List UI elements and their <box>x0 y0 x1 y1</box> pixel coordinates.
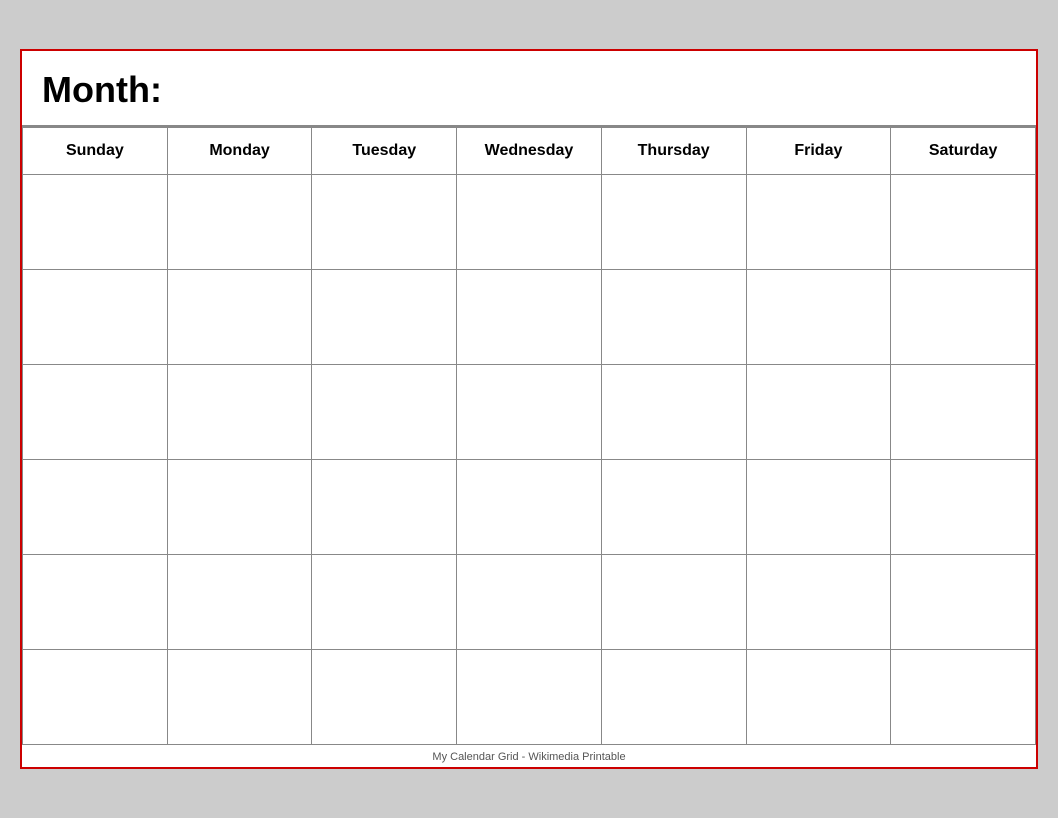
calendar-cell <box>601 650 746 745</box>
calendar-cell <box>457 460 602 555</box>
calendar-cell <box>601 460 746 555</box>
calendar-cell <box>601 270 746 365</box>
calendar-cell <box>167 175 312 270</box>
calendar-cell <box>167 650 312 745</box>
calendar-cell <box>23 175 168 270</box>
calendar-cell <box>746 365 891 460</box>
calendar-cell <box>23 365 168 460</box>
calendar-grid: SundayMondayTuesdayWednesdayThursdayFrid… <box>22 127 1036 745</box>
calendar-cell <box>746 460 891 555</box>
calendar-cell <box>167 270 312 365</box>
day-header-saturday: Saturday <box>891 128 1036 175</box>
page-container: Month: SundayMondayTuesdayWednesdayThurs… <box>20 49 1038 769</box>
calendar-cell <box>23 555 168 650</box>
day-header-tuesday: Tuesday <box>312 128 457 175</box>
calendar-row <box>23 175 1036 270</box>
calendar-cell <box>601 365 746 460</box>
day-header-sunday: Sunday <box>23 128 168 175</box>
calendar-cell <box>312 270 457 365</box>
calendar-cell <box>746 650 891 745</box>
calendar-cell <box>312 175 457 270</box>
calendar-cell <box>891 650 1036 745</box>
calendar-cell <box>746 555 891 650</box>
day-header-thursday: Thursday <box>601 128 746 175</box>
calendar-cell <box>746 270 891 365</box>
day-header-wednesday: Wednesday <box>457 128 602 175</box>
calendar-cell <box>601 175 746 270</box>
calendar-cell <box>891 365 1036 460</box>
footer-text: My Calendar Grid - Wikimedia Printable <box>22 745 1036 767</box>
calendar-cell <box>891 555 1036 650</box>
calendar-row <box>23 270 1036 365</box>
calendar-cell <box>457 270 602 365</box>
calendar-row <box>23 555 1036 650</box>
calendar-cell <box>457 175 602 270</box>
calendar-cell <box>457 650 602 745</box>
calendar-cell <box>312 555 457 650</box>
calendar-cell <box>167 365 312 460</box>
calendar-cell <box>312 650 457 745</box>
calendar-cell <box>601 555 746 650</box>
calendar-cell <box>23 460 168 555</box>
calendar-cell <box>746 175 891 270</box>
calendar-row <box>23 460 1036 555</box>
days-header-row: SundayMondayTuesdayWednesdayThursdayFrid… <box>23 128 1036 175</box>
calendar-cell <box>167 555 312 650</box>
calendar-cell <box>891 460 1036 555</box>
calendar-cell <box>457 365 602 460</box>
month-header: Month: <box>22 51 1036 127</box>
calendar-cell <box>457 555 602 650</box>
calendar-cell <box>312 365 457 460</box>
calendar-row <box>23 365 1036 460</box>
calendar-cell <box>23 650 168 745</box>
calendar-cell <box>312 460 457 555</box>
month-title: Month: <box>42 69 162 110</box>
calendar-cell <box>167 460 312 555</box>
day-header-monday: Monday <box>167 128 312 175</box>
calendar-row <box>23 650 1036 745</box>
calendar-cell <box>891 175 1036 270</box>
calendar-cell <box>891 270 1036 365</box>
day-header-friday: Friday <box>746 128 891 175</box>
calendar-cell <box>23 270 168 365</box>
